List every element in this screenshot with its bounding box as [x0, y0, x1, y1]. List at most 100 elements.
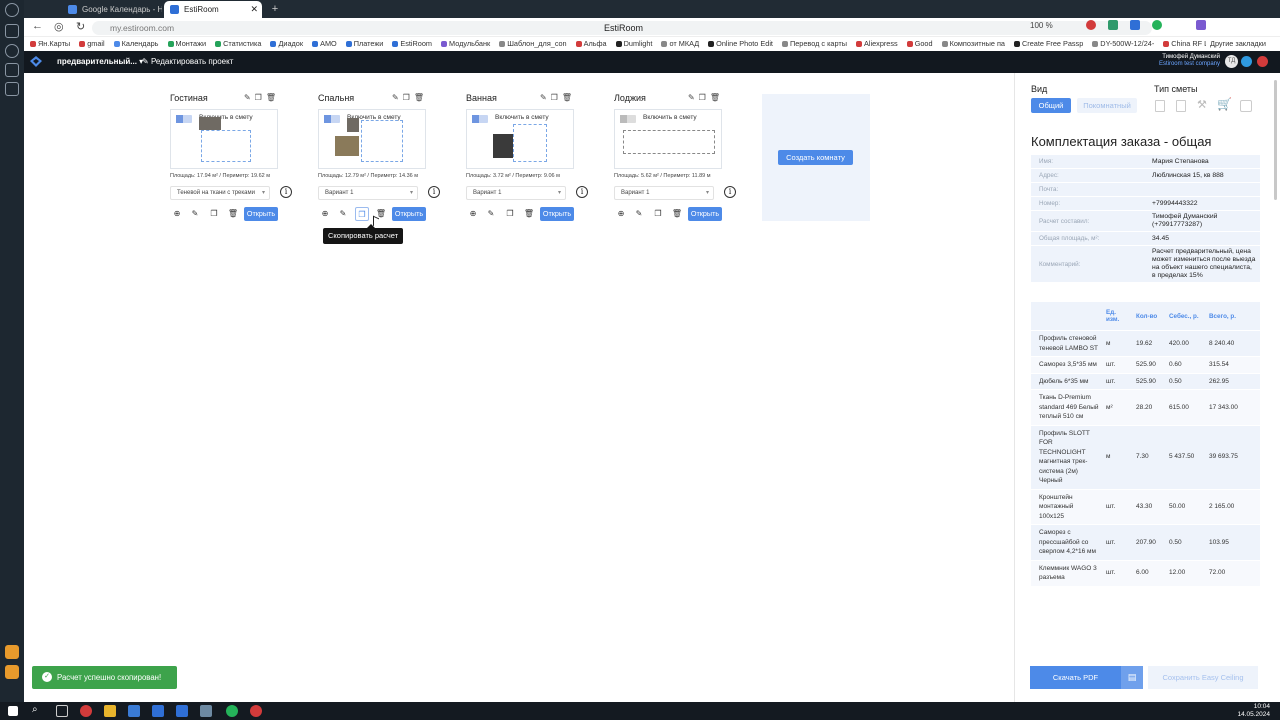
bookmark[interactable]: от МКАД — [661, 37, 699, 51]
bookmark[interactable]: Платежи — [345, 37, 383, 51]
bookmark[interactable]: Online Photo Edit — [708, 37, 773, 51]
bookmark[interactable]: Aliexpress — [856, 37, 898, 51]
app-icon[interactable] — [176, 705, 188, 717]
bookmark[interactable]: Композитные па — [941, 37, 1005, 51]
variant-select[interactable]: Вариант 1 ▾ — [318, 186, 418, 200]
room-plan-preview[interactable]: Включить в смету — [614, 109, 722, 169]
bookmark[interactable]: Статистика — [215, 37, 261, 51]
edit-icon[interactable]: ✎ — [392, 93, 403, 102]
system-clock[interactable]: 10:04 14.05.2024 — [1237, 703, 1270, 718]
bookmark[interactable]: EstiRoom — [392, 37, 432, 51]
copy-icon[interactable]: ❐ — [355, 207, 369, 221]
new-tab-button[interactable]: + — [268, 1, 282, 18]
trash-icon[interactable]: 🗑 — [266, 93, 280, 102]
start-icon[interactable] — [8, 706, 18, 716]
edit-project-button[interactable]: ✎ Редактировать проект — [142, 57, 233, 66]
copy-icon[interactable]: ❐ — [503, 207, 517, 221]
bookmark[interactable]: Good — [906, 37, 933, 51]
include-toggle[interactable] — [324, 115, 340, 123]
cart-icon[interactable]: 🛒 — [1217, 97, 1232, 111]
copy-icon[interactable]: ❐ — [207, 207, 221, 221]
tools-icon[interactable]: ⚒ — [1197, 98, 1207, 111]
trash-icon[interactable]: 🗑 — [710, 93, 724, 102]
folder-icon[interactable] — [104, 705, 116, 717]
project-select[interactable]: предварительный... ▾ — [57, 57, 143, 66]
telegram-icon[interactable] — [1241, 56, 1252, 67]
trash-icon[interactable]: 🗑 — [226, 207, 240, 221]
room-plan-preview[interactable]: Включить в смету — [466, 109, 574, 169]
room-plan-preview[interactable]: Включить в смету — [318, 109, 426, 169]
create-room-button[interactable]: Создать комнату — [778, 150, 853, 165]
security-icon[interactable]: ◎ — [54, 20, 64, 33]
edit-icon[interactable]: ✎ — [540, 93, 551, 102]
extension-icon[interactable] — [1130, 20, 1140, 30]
workspace-icon[interactable] — [5, 63, 19, 77]
pdf-options-button[interactable]: ▤ — [1121, 666, 1143, 689]
trash-icon[interactable]: 🗑 — [522, 207, 536, 221]
url-field[interactable]: my.estiroom.com EstiRoom — [92, 21, 1152, 35]
app-icon[interactable] — [128, 705, 140, 717]
youtube-icon[interactable] — [1257, 56, 1268, 67]
box-icon[interactable] — [1240, 100, 1252, 112]
tab-google-calendar[interactable]: Google Календарь - Неде — [62, 1, 162, 18]
reload-icon[interactable]: ↻ — [76, 20, 85, 33]
bookmark[interactable]: Dumlight — [615, 37, 652, 51]
include-toggle[interactable] — [620, 115, 636, 123]
avatar[interactable]: ТД — [1225, 55, 1238, 68]
app-icon[interactable] — [152, 705, 164, 717]
extension-icon[interactable] — [1196, 20, 1206, 30]
copy-icon[interactable]: ❐ — [551, 93, 562, 102]
bookmark[interactable]: Ян.Карты — [30, 37, 70, 51]
edit-icon[interactable]: ✎ — [244, 93, 255, 102]
yandex-browser-icon[interactable] — [80, 705, 92, 717]
bookmark[interactable]: Календарь — [113, 37, 159, 51]
other-bookmarks[interactable]: Другие закладки — [1206, 37, 1266, 51]
trash-icon[interactable]: 🗑 — [414, 93, 428, 102]
info-icon[interactable]: i — [428, 186, 440, 198]
bookmark[interactable]: Альфа — [575, 37, 607, 51]
include-toggle[interactable] — [176, 115, 192, 123]
add-icon[interactable]: ⊕ — [318, 207, 332, 221]
task-view-icon[interactable] — [56, 705, 68, 717]
document-icon[interactable] — [1176, 100, 1186, 112]
bookmark[interactable]: Монтажи — [167, 37, 206, 51]
whatsapp-icon[interactable] — [226, 705, 238, 717]
document-icon[interactable] — [1155, 100, 1165, 112]
room-plan-preview[interactable]: Включить в смету — [170, 109, 278, 169]
view-rooms-button[interactable]: Покомнатный — [1077, 98, 1137, 113]
edit-icon[interactable]: ✎ — [688, 93, 699, 102]
bookmark[interactable]: AMO — [312, 37, 337, 51]
save-easy-ceiling-button[interactable]: Сохранить Easy Ceiling — [1148, 666, 1258, 689]
tab-estiroom[interactable]: EstiRoom ✕ — [164, 1, 262, 18]
bookmark[interactable]: Create Free Passp — [1014, 37, 1083, 51]
edit-icon[interactable]: ✎ — [336, 207, 350, 221]
open-room-button[interactable]: Открыть — [392, 207, 426, 221]
user-info[interactable]: Тимофей Думанский Estiroom test company — [1159, 54, 1220, 68]
copy-icon[interactable]: ❐ — [699, 93, 710, 102]
view-general-button[interactable]: Общий — [1031, 98, 1071, 113]
back-icon[interactable]: ← — [32, 20, 43, 32]
bookmark[interactable]: Шаблон_для_con — [499, 37, 567, 51]
variant-select[interactable]: Теневой на ткани с треками ▾ — [170, 186, 270, 200]
zoom-level[interactable]: 100 % — [1030, 21, 1053, 30]
extension-icon[interactable] — [1086, 20, 1096, 30]
copy-icon[interactable]: ❐ — [651, 207, 665, 221]
include-toggle[interactable] — [472, 115, 488, 123]
variant-select[interactable]: Вариант 1 ▾ — [466, 186, 566, 200]
bookmark[interactable]: DY-500W-12/24- — [1092, 37, 1154, 51]
add-icon[interactable]: ⊕ — [170, 207, 184, 221]
download-pdf-button[interactable]: Скачать PDF — [1030, 666, 1121, 689]
edit-icon[interactable]: ✎ — [188, 207, 202, 221]
bookmark[interactable]: Модульбанк — [441, 37, 490, 51]
variant-select[interactable]: Вариант 1 ▾ — [614, 186, 714, 200]
info-icon[interactable]: i — [576, 186, 588, 198]
info-icon[interactable]: i — [280, 186, 292, 198]
open-room-button[interactable]: Открыть — [688, 207, 722, 221]
search-icon[interactable]: ⌕ — [32, 704, 38, 715]
open-room-button[interactable]: Открыть — [244, 207, 278, 221]
profile-icon[interactable] — [5, 3, 19, 17]
trash-icon[interactable]: 🗑 — [670, 207, 684, 221]
app-icon[interactable] — [5, 645, 19, 659]
edit-icon[interactable]: ✎ — [632, 207, 646, 221]
bookmark[interactable]: Диадок — [270, 37, 303, 51]
